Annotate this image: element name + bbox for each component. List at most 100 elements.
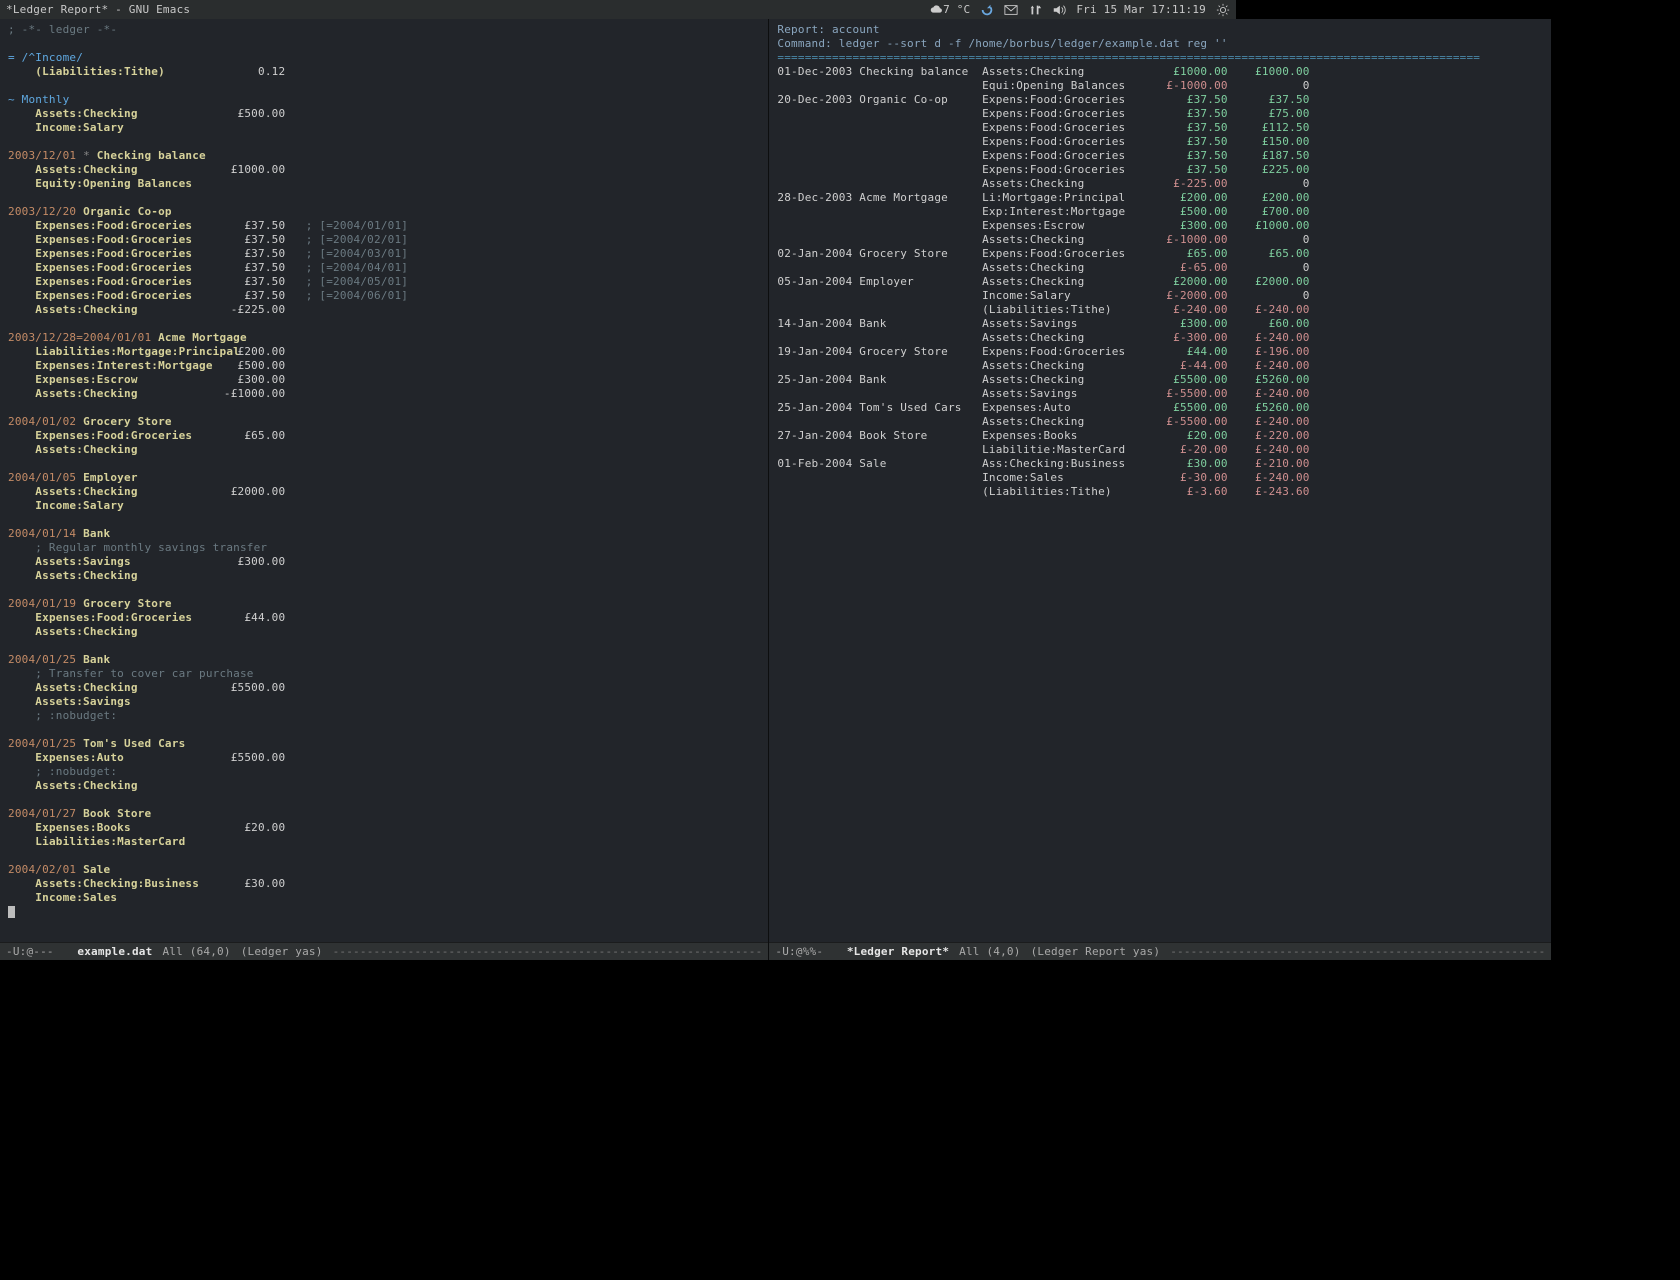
reg-amount: £-240.00 xyxy=(1146,303,1228,316)
reg-running: £-240.00 xyxy=(1228,359,1310,372)
reg-running: £5260.00 xyxy=(1228,373,1310,386)
reg-payee xyxy=(859,177,982,190)
reg-account: Assets:Checking xyxy=(982,261,1146,274)
source-line: 2004/01/14 Bank xyxy=(8,527,760,541)
reg-amount: £37.50 xyxy=(1146,121,1228,134)
source-line: Expenses:Food:Groceries £65.00 xyxy=(8,429,760,443)
reg-running: £112.50 xyxy=(1228,121,1310,134)
system-tray: 7 °C Fri 15 Mar 17:11:19 xyxy=(929,3,1230,17)
reg-date xyxy=(777,331,859,344)
reg-running: £5260.00 xyxy=(1228,401,1310,414)
reg-running: £-240.00 xyxy=(1228,443,1310,456)
reg-running: 0 xyxy=(1228,79,1310,92)
report-header: Report: account xyxy=(777,23,879,36)
report-line: Expens:Food:Groceries £37.50 £225.00 xyxy=(777,163,1543,177)
report-line: 02-Jan-2004 Grocery Store Expens:Food:Gr… xyxy=(777,247,1543,261)
reg-amount: £37.50 xyxy=(1146,149,1228,162)
weather-text: 7 °C xyxy=(943,3,970,16)
reg-account: Expens:Food:Groceries xyxy=(982,135,1146,148)
source-line: Assets:Savings £300.00 xyxy=(8,555,760,569)
cloud-icon xyxy=(929,3,943,17)
reg-running: £1000.00 xyxy=(1228,65,1310,78)
reg-date xyxy=(777,303,859,316)
report-line: Assets:Checking £-44.00 £-240.00 xyxy=(777,359,1543,373)
reg-running: £-240.00 xyxy=(1228,387,1310,400)
source-line: Equity:Opening Balances xyxy=(8,177,760,191)
mail-icon[interactable] xyxy=(1004,3,1018,17)
report-line: (Liabilities:Tithe) £-240.00 £-240.00 xyxy=(777,303,1543,317)
report-line: Assets:Checking £-5500.00 £-240.00 xyxy=(777,415,1543,429)
reg-date xyxy=(777,79,859,92)
reg-amount: £-30.00 xyxy=(1146,471,1228,484)
report-line: Assets:Checking £-225.00 0 xyxy=(777,177,1543,191)
reg-payee: Bank xyxy=(859,317,982,330)
source-line: Assets:Checking:Business £30.00 xyxy=(8,877,760,891)
reg-date xyxy=(777,485,859,498)
reg-account: Expenses:Books xyxy=(982,429,1146,442)
source-line: Expenses:Auto £5500.00 xyxy=(8,751,760,765)
reg-payee xyxy=(859,289,982,302)
reg-payee xyxy=(859,471,982,484)
reg-account: Assets:Savings xyxy=(982,317,1146,330)
reg-amount: £20.00 xyxy=(1146,429,1228,442)
report-line: ========================================… xyxy=(777,51,1543,65)
reg-running: £75.00 xyxy=(1228,107,1310,120)
reg-account: Expenses:Auto xyxy=(982,401,1146,414)
reg-running: £-243.60 xyxy=(1228,485,1310,498)
reg-running: £-240.00 xyxy=(1228,415,1310,428)
report-line: Expens:Food:Groceries £37.50 £75.00 xyxy=(777,107,1543,121)
reg-account: Li:Mortgage:Principal xyxy=(982,191,1146,204)
source-line: Income:Sales xyxy=(8,891,760,905)
report-line: 01-Dec-2003 Checking balance Assets:Chec… xyxy=(777,65,1543,79)
reg-running: £-240.00 xyxy=(1228,331,1310,344)
refresh-icon[interactable] xyxy=(980,3,994,17)
reg-amount: £44.00 xyxy=(1146,345,1228,358)
source-line: Assets:Checking xyxy=(8,443,760,457)
source-line: 2003/12/01 * Checking balance xyxy=(8,149,760,163)
editor-pane-ledger-report[interactable]: Report: accountCommand: ledger --sort d … xyxy=(769,19,1551,960)
reg-payee xyxy=(859,485,982,498)
window-titlebar: *Ledger Report* - GNU Emacs 7 °C Fri 15 … xyxy=(0,0,1236,19)
source-line xyxy=(8,135,760,149)
report-line: 25-Jan-2004 Bank Assets:Checking £5500.0… xyxy=(777,373,1543,387)
reg-running: £1000.00 xyxy=(1228,219,1310,232)
reg-account: Expens:Food:Groceries xyxy=(982,93,1146,106)
settings-icon[interactable] xyxy=(1216,3,1230,17)
reg-running: 0 xyxy=(1228,233,1310,246)
source-line: Assets:Checking xyxy=(8,625,760,639)
reg-running: £200.00 xyxy=(1228,191,1310,204)
reg-payee: Tom's Used Cars xyxy=(859,401,982,414)
editor-pane-ledger-source[interactable]: ; -*- ledger -*-= /^Income/ (Liabilities… xyxy=(0,19,769,960)
source-line: Expenses:Books £20.00 xyxy=(8,821,760,835)
reg-running: £-240.00 xyxy=(1228,471,1310,484)
reg-amount: £-225.00 xyxy=(1146,177,1228,190)
reg-payee xyxy=(859,303,982,316)
reg-date: 01-Dec-2003 xyxy=(777,65,859,78)
modeline-left: -U:@--- example.dat All (64,0) (Ledger y… xyxy=(0,942,768,960)
source-line xyxy=(8,583,760,597)
reg-payee xyxy=(859,205,982,218)
modeline-modes: (Ledger yas) xyxy=(241,945,323,958)
reg-date xyxy=(777,471,859,484)
source-line: Assets:Checking xyxy=(8,569,760,583)
volume-icon[interactable] xyxy=(1052,3,1066,17)
ledger-source-buffer[interactable]: ; -*- ledger -*-= /^Income/ (Liabilities… xyxy=(0,19,768,942)
ledger-report-buffer[interactable]: Report: accountCommand: ledger --sort d … xyxy=(769,19,1551,942)
reg-amount: £5500.00 xyxy=(1146,373,1228,386)
reg-payee xyxy=(859,163,982,176)
reg-date xyxy=(777,107,859,120)
source-line: ; :nobudget: xyxy=(8,765,760,779)
source-line: Expenses:Food:Groceries £44.00 xyxy=(8,611,760,625)
source-line: Assets:Savings xyxy=(8,695,760,709)
network-icon[interactable] xyxy=(1028,3,1042,17)
source-line: Expenses:Escrow £300.00 xyxy=(8,373,760,387)
reg-amount: £200.00 xyxy=(1146,191,1228,204)
source-line: ; Transfer to cover car purchase xyxy=(8,667,760,681)
reg-amount: £-1000.00 xyxy=(1146,79,1228,92)
reg-payee: Grocery Store xyxy=(859,345,982,358)
source-line: Income:Salary xyxy=(8,499,760,513)
modeline-bufname: *Ledger Report* xyxy=(847,945,949,958)
reg-payee: Employer xyxy=(859,275,982,288)
report-line: Income:Sales £-30.00 £-240.00 xyxy=(777,471,1543,485)
reg-payee: Sale xyxy=(859,457,982,470)
